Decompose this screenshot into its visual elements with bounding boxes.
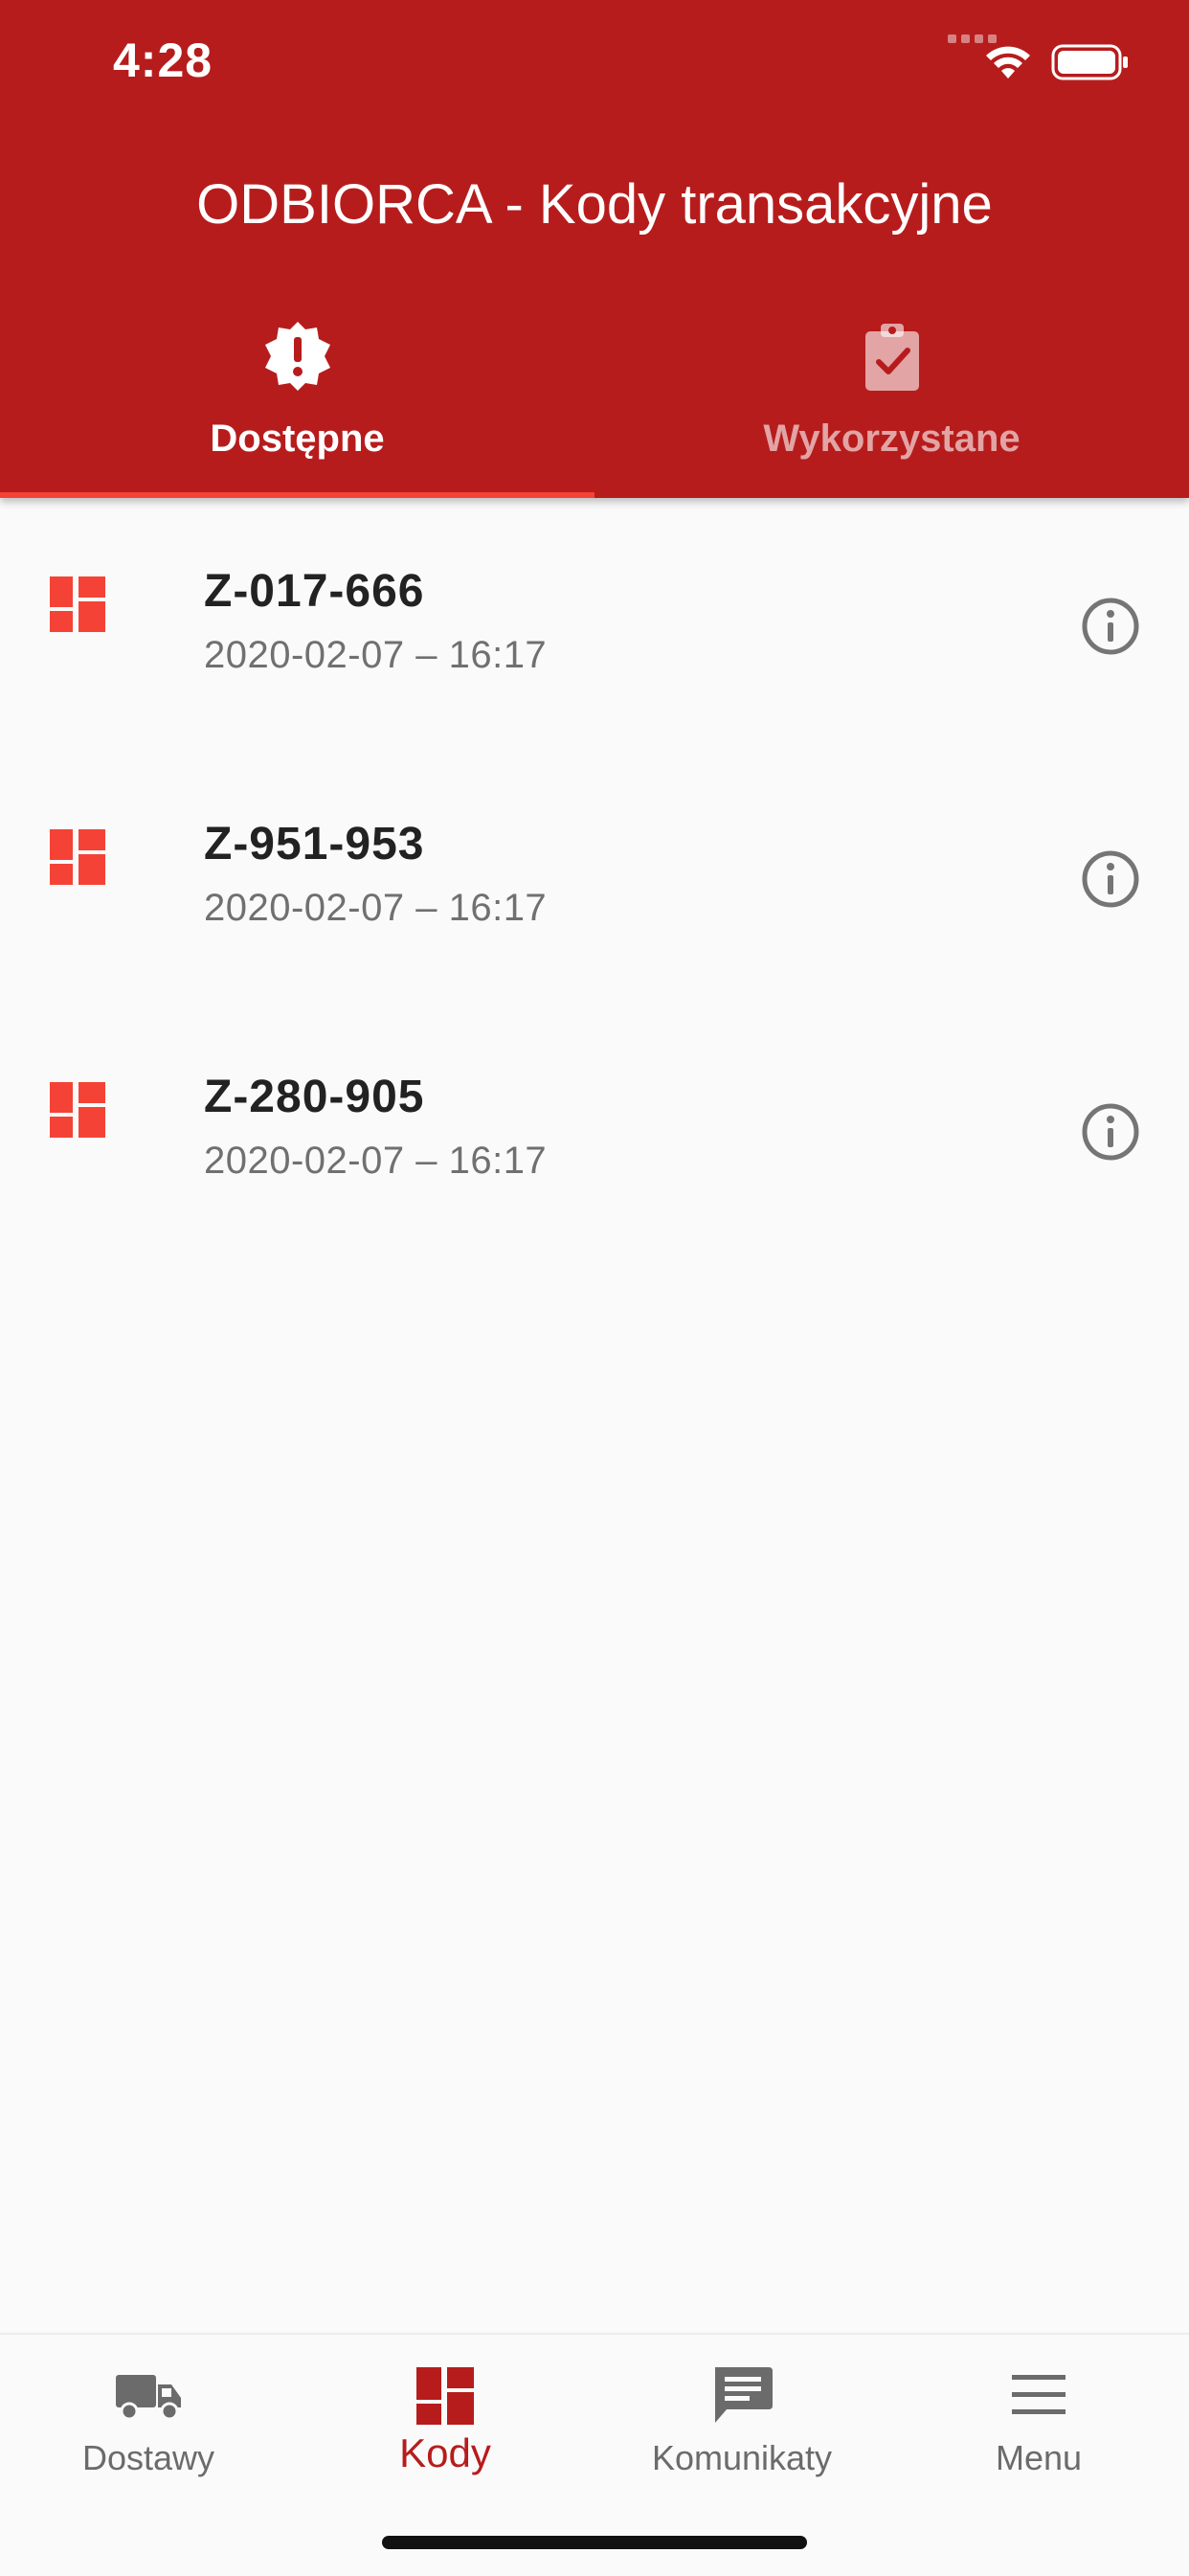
- nav-label: Dostawy: [81, 2438, 215, 2477]
- info-icon[interactable]: [1080, 1101, 1141, 1163]
- battery-icon: [1051, 44, 1128, 80]
- alert-badge-icon: [264, 322, 330, 391]
- clipboard-check-icon: [864, 324, 919, 391]
- app-bar: 4:28 ODBIORCA - Kody transakcyjne Dostęp…: [0, 0, 1189, 498]
- list-item[interactable]: Z-280-905 2020-02-07 – 16:17: [0, 1004, 1189, 1256]
- info-icon[interactable]: [1080, 596, 1141, 657]
- list-item[interactable]: Z-017-666 2020-02-07 – 16:17: [0, 498, 1189, 751]
- nav-label: Komunikaty: [651, 2438, 833, 2477]
- tab-wykorzystane[interactable]: Wykorzystane: [594, 306, 1189, 498]
- active-tab-indicator: [0, 492, 594, 498]
- info-icon[interactable]: [1080, 848, 1141, 910]
- code-value: Z-951-953: [204, 819, 425, 870]
- tab-dostepne[interactable]: Dostępne: [0, 306, 594, 498]
- nav-item-komunikaty[interactable]: Komunikaty: [594, 2335, 890, 2507]
- code-date: 2020-02-07 – 16:17: [204, 887, 548, 929]
- truck-icon: [116, 2375, 181, 2421]
- nav-label: Kody: [399, 2430, 491, 2475]
- list-item[interactable]: Z-951-953 2020-02-07 – 16:17: [0, 751, 1189, 1004]
- page-title: ODBIORCA - Kody transakcyjne: [196, 173, 993, 236]
- nav-item-menu[interactable]: Menu: [890, 2335, 1187, 2507]
- nav-label: Menu: [995, 2438, 1083, 2477]
- code-value: Z-280-905: [204, 1072, 425, 1122]
- cellular-signal-icon: [948, 31, 1001, 43]
- tab-label: Dostępne: [210, 418, 385, 460]
- nav-item-kody[interactable]: Kody: [297, 2335, 594, 2507]
- code-icon: [50, 829, 105, 885]
- code-icon: [50, 576, 105, 632]
- home-indicator[interactable]: [382, 2536, 807, 2549]
- status-time: 4:28: [113, 34, 213, 87]
- menu-icon: [1012, 2375, 1066, 2414]
- tab-label: Wykorzystane: [763, 418, 1021, 460]
- code-value: Z-017-666: [204, 566, 425, 617]
- nav-item-dostawy[interactable]: Dostawy: [0, 2335, 297, 2507]
- code-date: 2020-02-07 – 16:17: [204, 634, 548, 676]
- code-date: 2020-02-07 – 16:17: [204, 1140, 548, 1182]
- code-icon: [50, 1082, 105, 1138]
- message-icon: [715, 2367, 773, 2423]
- wifi-icon: [986, 46, 1030, 79]
- dashboard-icon: [416, 2367, 474, 2425]
